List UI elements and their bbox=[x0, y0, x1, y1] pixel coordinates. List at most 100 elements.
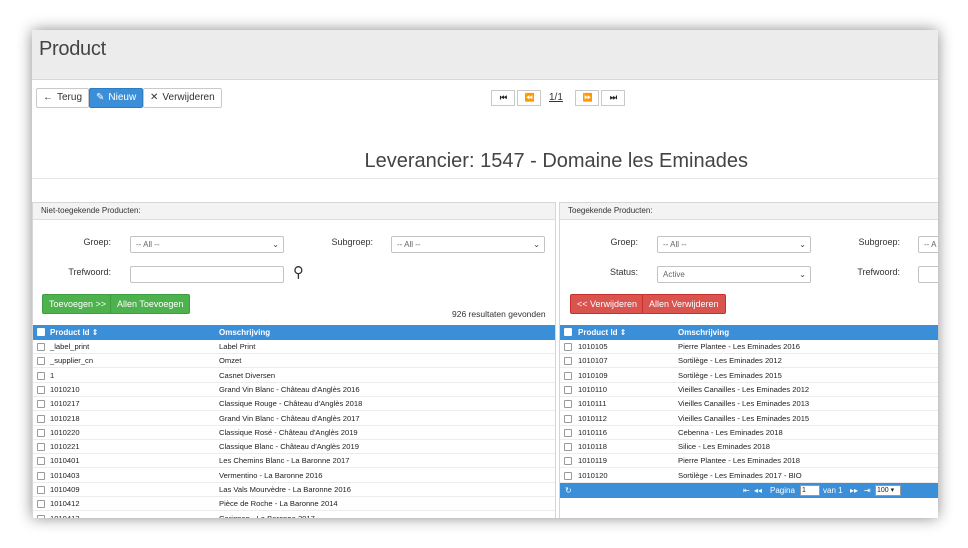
column-product-id[interactable]: Product Id ⇕ bbox=[578, 325, 626, 340]
row-checkbox[interactable] bbox=[37, 471, 45, 480]
row-checkbox[interactable] bbox=[564, 357, 572, 366]
prev-page-icon[interactable]: ◂◂ bbox=[754, 483, 762, 498]
table-row[interactable]: 1010118 Silice - Les Eminades 2018 bbox=[560, 440, 938, 455]
row-checkbox[interactable] bbox=[564, 457, 572, 466]
row-checkbox[interactable] bbox=[564, 414, 572, 423]
result-count: 926 resultaten gevonden bbox=[452, 309, 546, 319]
cell-omschrijving: Sortilège - Les Eminades 2017 - BIO bbox=[678, 470, 802, 480]
first-record-button[interactable]: ⏮ bbox=[491, 90, 515, 106]
table-row[interactable]: 1010110 Vieilles Canailles - Les Eminades… bbox=[560, 383, 938, 397]
row-checkbox[interactable] bbox=[37, 514, 45, 518]
table-row[interactable]: 1010109 Sortilège - Les Eminades 2015 bbox=[560, 369, 938, 383]
table-row[interactable]: 1010218 Grand Vin Blanc - Château d'Anglè… bbox=[33, 412, 555, 426]
remove-button[interactable]: << Verwijderen bbox=[570, 294, 645, 314]
table-row[interactable]: 1010107 Sortilège - Les Eminades 2012 bbox=[560, 354, 938, 369]
row-checkbox[interactable] bbox=[564, 371, 572, 380]
title-bar: Product bbox=[32, 30, 938, 80]
table-row[interactable]: 1010112 Vieilles Canailles - Les Eminades… bbox=[560, 412, 938, 426]
divider bbox=[32, 178, 938, 179]
table-row[interactable]: 1010412 Pièce de Roche - La Baronne 2014 bbox=[33, 497, 555, 512]
groep-label: Groep: bbox=[610, 237, 638, 247]
row-checkbox[interactable] bbox=[37, 414, 45, 423]
prev-record-button[interactable]: ⏪ bbox=[517, 90, 541, 106]
next-record-button[interactable]: ⏩ bbox=[575, 90, 599, 106]
groep-select[interactable]: -- All -- ⌄ bbox=[657, 236, 811, 253]
chevron-down-icon: ⌄ bbox=[272, 240, 279, 249]
cell-product-id: 1 bbox=[50, 370, 55, 380]
row-checkbox[interactable] bbox=[37, 457, 45, 466]
table-row[interactable]: 1010409 Las Vals Mourvèdre - La Baronne 2… bbox=[33, 483, 555, 497]
table-row[interactable]: 1010221 Classique Blanc - Château d'Anglè… bbox=[33, 440, 555, 455]
add-all-button[interactable]: Allen Toevoegen bbox=[110, 294, 191, 314]
select-all-checkbox[interactable] bbox=[37, 328, 45, 336]
cell-omschrijving: Silice - Les Eminades 2018 bbox=[678, 442, 771, 452]
row-checkbox[interactable] bbox=[37, 500, 45, 509]
row-checkbox[interactable] bbox=[564, 471, 572, 480]
column-omschrijving[interactable]: Omschrijving bbox=[678, 325, 729, 340]
row-checkbox[interactable] bbox=[37, 343, 45, 351]
table-row[interactable]: 1 Casnet Diversen bbox=[33, 369, 555, 383]
new-button-label: Nieuw bbox=[108, 92, 137, 103]
row-checkbox[interactable] bbox=[564, 385, 572, 394]
last-page-icon[interactable]: ⇥ bbox=[864, 483, 871, 498]
new-button[interactable]: ✎ Nieuw bbox=[89, 88, 144, 108]
cell-omschrijving: Omzet bbox=[219, 356, 242, 366]
row-checkbox[interactable] bbox=[564, 428, 572, 437]
table-row[interactable]: 1010210 Grand Vin Blanc - Château d'Anglè… bbox=[33, 383, 555, 397]
table-row[interactable]: 1010105 Pierre Plantee - Les Eminades 201… bbox=[560, 340, 938, 354]
remove-all-button[interactable]: Allen Verwijderen bbox=[642, 294, 726, 314]
row-checkbox[interactable] bbox=[37, 486, 45, 494]
column-product-id[interactable]: Product Id ⇕ bbox=[50, 325, 98, 340]
table-row[interactable]: 1010111 Vieilles Canailles - Les Eminades… bbox=[560, 397, 938, 412]
row-checkbox[interactable] bbox=[564, 443, 572, 452]
delete-button[interactable]: ✕ Verwijderen bbox=[143, 88, 222, 108]
next-page-icon[interactable]: ▸▸ bbox=[850, 483, 858, 498]
row-checkbox[interactable] bbox=[37, 357, 45, 366]
subgroep-select[interactable]: -- A bbox=[918, 236, 938, 253]
record-position[interactable]: 1/1 bbox=[549, 92, 563, 103]
table-row[interactable]: _label_print Label Print bbox=[33, 340, 555, 354]
trefwoord-input[interactable] bbox=[918, 266, 938, 283]
column-omschrijving[interactable]: Omschrijving bbox=[219, 325, 270, 340]
row-checkbox[interactable] bbox=[37, 371, 45, 380]
first-page-icon[interactable]: ⇤ bbox=[743, 483, 750, 498]
trefwoord-label: Trefwoord: bbox=[68, 267, 111, 277]
cell-product-id: 1010118 bbox=[578, 442, 607, 452]
row-checkbox[interactable] bbox=[564, 343, 572, 351]
cell-product-id: 1010221 bbox=[50, 442, 80, 452]
groep-select-value: -- All -- bbox=[136, 240, 160, 249]
cell-omschrijving: Vermentino - La Baronne 2016 bbox=[219, 470, 323, 480]
table-row[interactable]: 1010217 Classique Rouge - Château d'Anglè… bbox=[33, 397, 555, 412]
add-button[interactable]: Toevoegen >> bbox=[42, 294, 114, 314]
table-pagination: ↻ ⇤ ◂◂ Pagina 1 van 1 ▸▸ ⇥ 100 ▾ bbox=[560, 483, 938, 498]
table-row[interactable]: 1010120 Sortilège - Les Eminades 2017 - B… bbox=[560, 469, 938, 483]
status-select[interactable]: Active ⌄ bbox=[657, 266, 811, 283]
back-button[interactable]: ← Terug bbox=[36, 88, 90, 108]
row-checkbox[interactable] bbox=[37, 443, 45, 452]
table-row[interactable]: 1010119 Pierre Plantee - Les Eminades 201… bbox=[560, 454, 938, 469]
page-size-select[interactable]: 100 ▾ bbox=[875, 485, 901, 496]
page-input[interactable]: 1 bbox=[800, 485, 820, 496]
table-header: Product Id ⇕ Omschrijving bbox=[33, 325, 555, 340]
cell-product-id: 1010409 bbox=[50, 485, 80, 494]
groep-select[interactable]: -- All -- ⌄ bbox=[130, 236, 284, 253]
row-checkbox[interactable] bbox=[564, 400, 572, 409]
row-checkbox[interactable] bbox=[37, 385, 45, 394]
delete-button-label: Verwijderen bbox=[162, 92, 215, 103]
search-icon[interactable]: ⚲ bbox=[293, 263, 304, 281]
table-row[interactable]: 1010220 Classique Rosé - Château d'Anglès… bbox=[33, 426, 555, 440]
trefwoord-input[interactable] bbox=[130, 266, 284, 283]
subgroep-select[interactable]: -- All -- ⌄ bbox=[391, 236, 545, 253]
table-row[interactable]: _supplier_cn Omzet bbox=[33, 354, 555, 369]
panel-title: Niet-toegekende Producten: bbox=[33, 203, 555, 220]
select-all-checkbox[interactable] bbox=[564, 328, 572, 336]
table-row[interactable]: 1010413 Carignan - La Baronne 2017 bbox=[33, 512, 555, 518]
table-row[interactable]: 1010401 Les Chemins Blanc - La Baronne 20… bbox=[33, 454, 555, 469]
row-checkbox[interactable] bbox=[37, 400, 45, 409]
last-record-button[interactable]: ⏭ bbox=[601, 90, 625, 106]
table-row[interactable]: 1010116 Cebenna - Les Eminades 2018 bbox=[560, 426, 938, 440]
row-checkbox[interactable] bbox=[37, 428, 45, 437]
table-header: Product Id ⇕ Omschrijving bbox=[560, 325, 938, 340]
refresh-icon[interactable]: ↻ bbox=[565, 483, 572, 498]
table-row[interactable]: 1010403 Vermentino - La Baronne 2016 bbox=[33, 469, 555, 483]
